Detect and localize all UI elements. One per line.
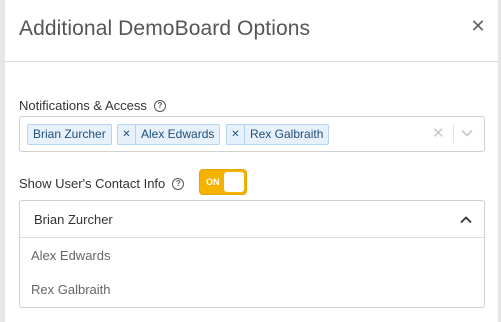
chip-label: Alex Edwards [141, 127, 215, 141]
contact-info-label: Show User's Contact Info [19, 176, 166, 191]
remove-chip-icon[interactable]: ✕ [227, 125, 245, 144]
contact-info-toggle[interactable]: ON [199, 169, 247, 195]
modal-header: Additional DemoBoard Options ✕ [5, 0, 498, 62]
dropdown-selected-value: Brian Zurcher [34, 212, 113, 227]
notifications-label: Notifications & Access [19, 98, 147, 113]
close-icon[interactable]: ✕ [470, 16, 486, 36]
selected-chip: Brian Zurcher [27, 124, 112, 145]
toggle-knob [224, 172, 244, 192]
remove-chip-icon[interactable]: ✕ [118, 125, 136, 144]
dropdown-option[interactable]: Alex Edwards [20, 239, 484, 273]
modal-title: Additional DemoBoard Options [19, 17, 311, 40]
dropdown-control[interactable]: Brian Zurcher [20, 201, 484, 238]
dropdown-option[interactable]: Rex Galbraith [20, 273, 484, 307]
contact-info-dropdown: Brian Zurcher Alex Edwards Rex Galbraith [19, 200, 485, 308]
question-circle-icon[interactable]: ? [172, 177, 185, 190]
notifications-multiselect[interactable]: Brian Zurcher ✕ Alex Edwards ✕ Rex Galbr… [19, 116, 485, 152]
toggle-state-label: ON [206, 177, 220, 187]
chip-label: Brian Zurcher [33, 127, 106, 141]
chevron-down-icon[interactable] [460, 126, 474, 140]
selected-chip: ✕ Rex Galbraith [226, 124, 330, 145]
chevron-up-icon[interactable] [459, 213, 473, 227]
question-circle-icon[interactable]: ? [153, 99, 166, 112]
chip-label: Rex Galbraith [250, 127, 324, 141]
clear-x-icon[interactable]: ✕ [432, 126, 445, 142]
notifications-label-row: Notifications & Access ? [19, 98, 166, 113]
indicator-separator [453, 125, 454, 143]
selected-chip: ✕ Alex Edwards [117, 124, 221, 145]
contact-info-label-row: Show User's Contact Info ? [19, 176, 185, 191]
